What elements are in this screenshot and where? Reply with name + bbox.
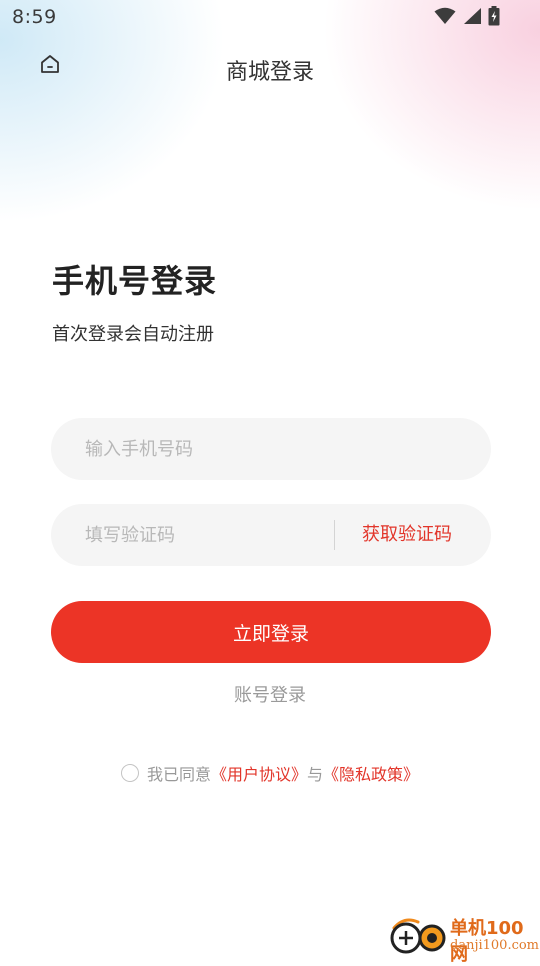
status-bar: 8:59 [0,0,540,36]
code-divider [334,520,335,550]
watermark-domain: danji100.com [450,938,540,953]
login-button[interactable]: 立即登录 [51,601,491,663]
login-heading: 手机号登录 [52,262,218,300]
agree-checkbox[interactable] [120,764,139,782]
code-field: 获取验证码 [51,504,491,566]
account-login-row: 账号登录 [0,681,540,707]
login-subtitle: 首次登录会自动注册 [52,324,214,345]
signal-icon [462,7,482,29]
agreement-prefix: 我已同意 [146,765,211,784]
privacy-policy-link[interactable]: 《隐私政策》 [323,761,419,785]
account-login-link[interactable]: 账号登录 [234,685,306,706]
status-icons [434,6,500,30]
watermark-logo-icon [388,914,450,956]
verification-code-input[interactable] [85,504,325,566]
user-agreement-link[interactable]: 《用户协议》 [211,761,307,785]
page-header: 商城登录 [0,40,540,96]
agreement-connector: 与 [307,765,324,784]
phone-input[interactable] [85,418,465,480]
status-time: 8:59 [12,6,57,28]
agreement-row: 我已同意 《用户协议》 与 《隐私政策》 [0,761,540,785]
watermark: 单机100网 danji100.com [388,912,540,965]
wifi-icon [434,7,456,29]
phone-field [51,418,491,480]
get-code-button[interactable]: 获取验证码 [347,504,467,566]
battery-charging-icon [488,6,500,30]
page-title: 商城登录 [225,60,314,85]
